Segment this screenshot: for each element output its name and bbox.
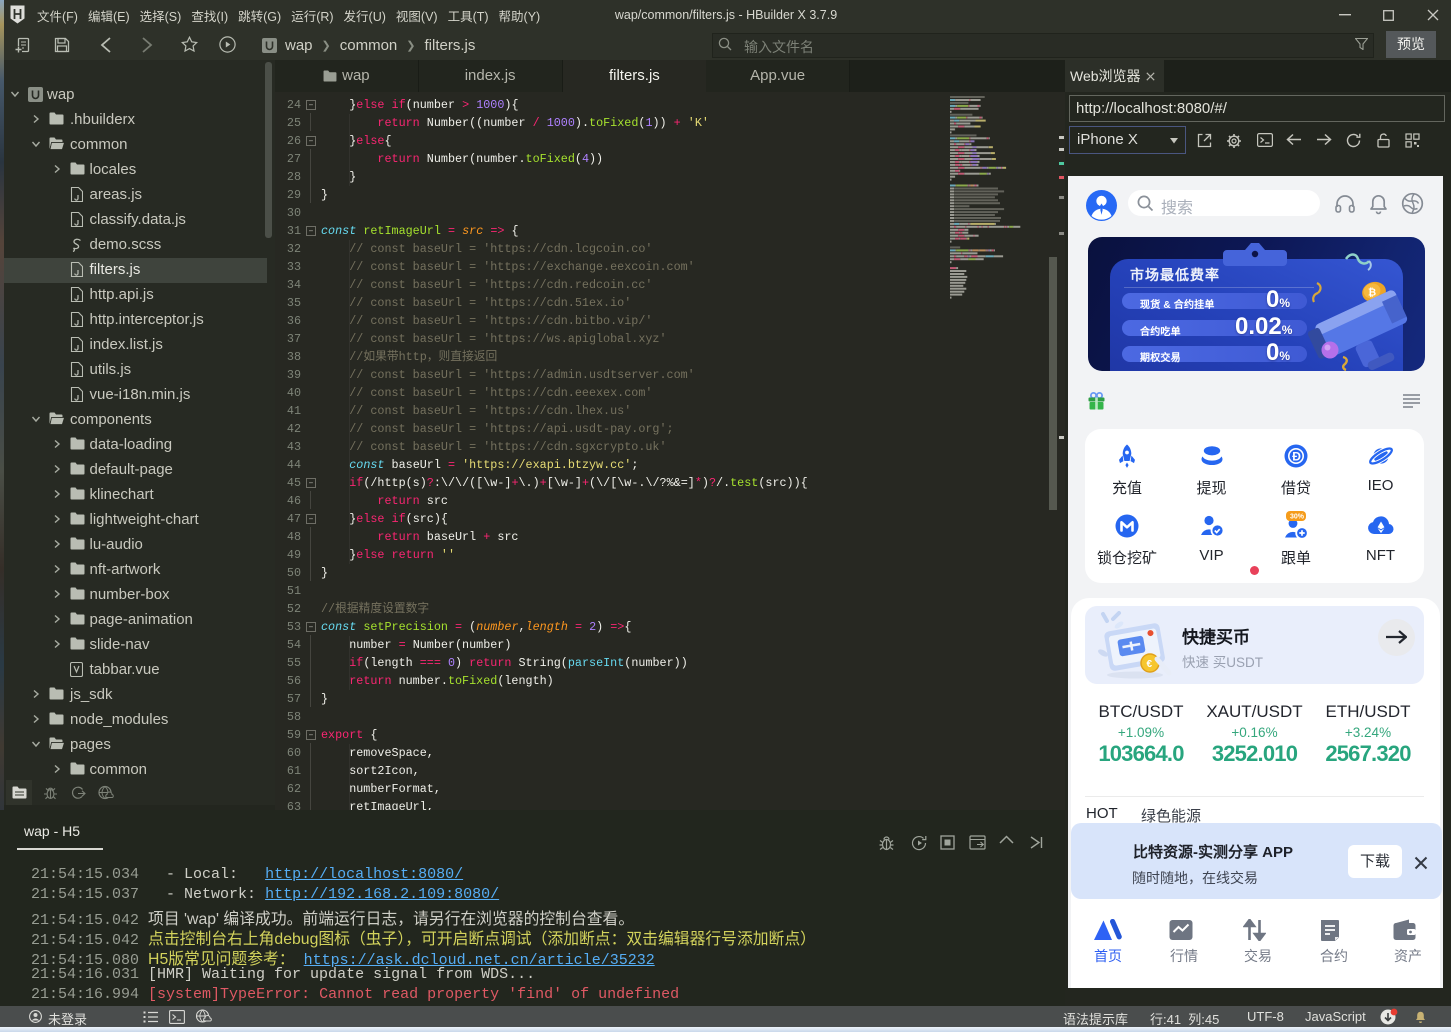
svg-text:€: € bbox=[1147, 659, 1153, 670]
svg-text:Đ: Đ bbox=[1292, 450, 1301, 464]
svg-text:30%: 30% bbox=[1290, 514, 1305, 521]
svg-text:₿: ₿ bbox=[1368, 287, 1376, 299]
